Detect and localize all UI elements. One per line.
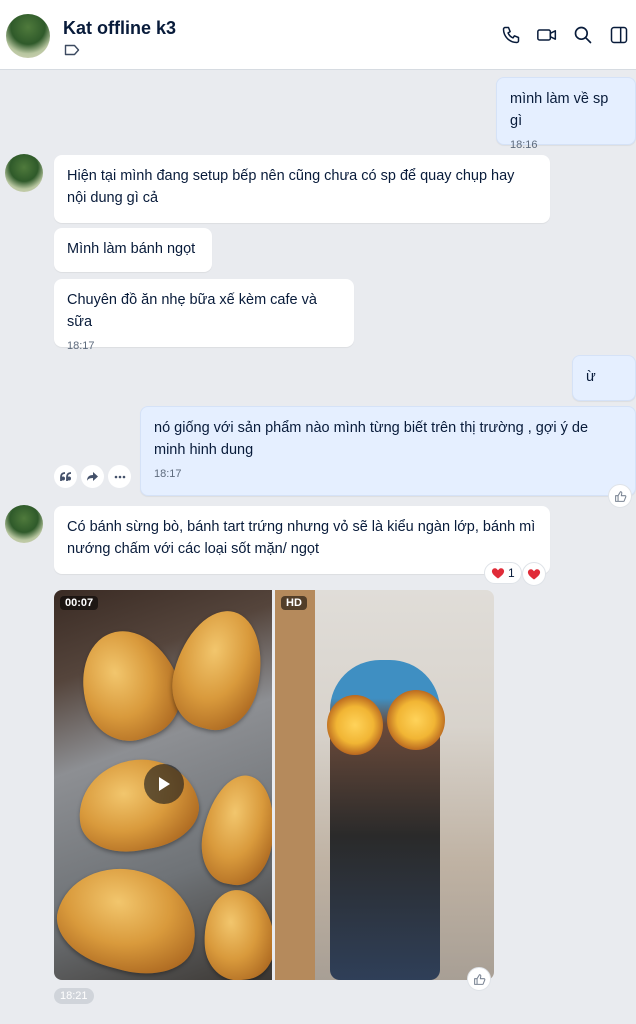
thumbs-up-icon: [473, 973, 485, 985]
like-reaction-button[interactable]: [467, 967, 491, 991]
message-text: Có bánh sừng bò, bánh tart trứng nhưng v…: [67, 519, 536, 557]
play-icon[interactable]: [144, 764, 184, 804]
message-actions: [54, 465, 131, 488]
message-text: Mình làm bánh ngọt: [67, 241, 196, 257]
like-reaction-button[interactable]: [608, 484, 632, 508]
croissant-image: [200, 887, 272, 980]
egg-tart-image: [387, 690, 445, 750]
egg-tart-image: [327, 695, 383, 755]
tag-icon[interactable]: [64, 44, 80, 56]
chat-header: Kat offline k3: [0, 0, 636, 70]
message-bubble-received[interactable]: Hiện tại mình đang setup bếp nên cũng ch…: [54, 155, 550, 223]
message-time: 18:17: [154, 468, 182, 480]
message-bubble-received[interactable]: Có bánh sừng bò, bánh tart trứng nhưng v…: [54, 506, 550, 574]
message-bubble-sent[interactable]: nó giống với sản phẩm nào mình từng biết…: [140, 406, 636, 496]
message-text: ừ: [586, 369, 596, 385]
message-text: Hiện tại mình đang setup bếp nên cũng ch…: [67, 168, 515, 206]
message-text: mình làm về sp gì: [510, 91, 609, 129]
media-gallery: 00:07 HD: [54, 590, 494, 980]
video-call-icon[interactable]: [536, 24, 558, 46]
reaction-summary[interactable]: 1: [484, 562, 522, 584]
thumbs-up-icon: [614, 490, 626, 502]
more-options-icon[interactable]: [108, 465, 131, 488]
sender-avatar[interactable]: [5, 154, 43, 192]
door-frame: [275, 590, 315, 980]
photo-thumbnail[interactable]: HD: [275, 590, 494, 980]
reaction-count: 1: [508, 566, 515, 580]
quote-icon[interactable]: [54, 465, 77, 488]
message-time: 18:17: [67, 340, 95, 352]
heart-icon: [491, 568, 505, 579]
sender-avatar[interactable]: [5, 505, 43, 543]
contact-avatar[interactable]: [6, 14, 50, 58]
video-duration-badge: 00:07: [60, 596, 99, 610]
video-thumbnail[interactable]: 00:07: [54, 590, 272, 980]
heart-reaction-button[interactable]: [522, 562, 546, 586]
sidebar-toggle-icon[interactable]: [608, 24, 630, 46]
forward-icon[interactable]: [81, 465, 104, 488]
search-icon[interactable]: [572, 24, 594, 46]
phone-icon[interactable]: [500, 24, 522, 46]
croissant-image: [54, 853, 209, 980]
hd-badge: HD: [281, 596, 307, 610]
media-time: 18:21: [54, 988, 94, 1004]
contact-name[interactable]: Kat offline k3: [63, 18, 176, 39]
message-bubble-received[interactable]: Mình làm bánh ngọt: [54, 228, 212, 272]
croissant-image: [161, 601, 272, 739]
message-time: 18:16: [510, 139, 538, 151]
message-bubble-sent[interactable]: ừ: [572, 355, 636, 401]
message-text: Chuyên đồ ăn nhẹ bữa xế kèm cafe và sữa: [67, 292, 317, 330]
croissant-image: [71, 750, 205, 860]
message-text: nó giống với sản phẩm nào mình từng biết…: [154, 420, 589, 458]
croissant-image: [194, 769, 272, 891]
message-bubble-sent[interactable]: mình làm về sp gì 18:16: [496, 77, 636, 151]
message-bubble-received[interactable]: Chuyên đồ ăn nhẹ bữa xế kèm cafe và sữa …: [54, 279, 354, 352]
heart-icon: [527, 569, 541, 580]
